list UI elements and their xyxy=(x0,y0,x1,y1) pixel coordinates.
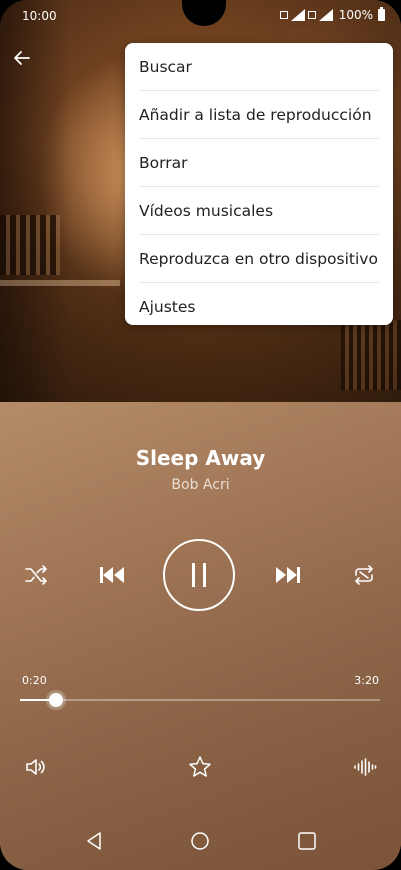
previous-icon xyxy=(100,567,124,583)
seek-bar-thumb[interactable] xyxy=(49,693,63,707)
signal-icon xyxy=(290,9,305,21)
home-circle-icon xyxy=(191,832,209,850)
artist-name: Bob Acri xyxy=(171,477,230,493)
nav-back-button[interactable] xyxy=(85,831,103,851)
status-icons: 100% xyxy=(279,7,385,22)
back-triangle-icon xyxy=(87,832,101,850)
status-time: 10:00 xyxy=(22,9,57,23)
sim-icon xyxy=(307,11,316,19)
repeat-button[interactable] xyxy=(352,564,376,586)
menu-item-play-on-other-device[interactable]: Reproduzca en otro dispositivo xyxy=(139,235,379,283)
status-bar: 10:00 100% xyxy=(0,0,401,32)
favorite-button[interactable] xyxy=(188,755,212,779)
pause-icon xyxy=(192,563,206,587)
total-duration: 3:20 xyxy=(354,674,379,687)
next-icon xyxy=(276,567,300,583)
volume-button[interactable] xyxy=(24,756,48,778)
menu-item-music-videos[interactable]: Vídeos musicales xyxy=(139,187,379,235)
menu-item-add-to-playlist[interactable]: Añadir a lista de reproducción xyxy=(139,91,379,139)
overflow-menu: Buscar Añadir a lista de reproducción Bo… xyxy=(125,43,393,325)
song-title: Sleep Away xyxy=(135,446,266,470)
volume-icon xyxy=(26,759,45,775)
shuffle-icon xyxy=(25,565,47,585)
battery-percent: 100% xyxy=(338,8,373,22)
pause-button[interactable] xyxy=(163,539,235,611)
menu-item-search[interactable]: Buscar xyxy=(139,43,379,91)
arrow-left-icon xyxy=(14,51,30,65)
equalizer-icon xyxy=(354,758,377,776)
repeat-icon xyxy=(355,565,373,585)
next-button[interactable] xyxy=(274,564,302,586)
previous-button[interactable] xyxy=(98,564,126,586)
system-navigation-bar xyxy=(0,810,401,870)
nav-home-button[interactable] xyxy=(190,831,210,851)
player-panel: Sleep Away Bob Acri 0:20 3:20 xyxy=(0,402,401,870)
menu-item-settings[interactable]: Ajustes xyxy=(139,283,379,330)
menu-item-delete[interactable]: Borrar xyxy=(139,139,379,187)
favorite-star-icon xyxy=(189,756,211,777)
recents-square-icon xyxy=(298,832,316,850)
signal-icon xyxy=(318,9,333,21)
equalizer-button[interactable] xyxy=(353,757,377,777)
seek-bar[interactable] xyxy=(20,693,380,707)
sim-icon xyxy=(279,11,288,19)
battery-icon xyxy=(378,7,385,21)
shuffle-button[interactable] xyxy=(24,564,48,586)
camera-notch xyxy=(182,0,226,26)
nav-recents-button[interactable] xyxy=(297,831,317,851)
elapsed-time: 0:20 xyxy=(22,674,47,687)
back-button[interactable] xyxy=(10,46,34,70)
screen: 10:00 100% Buscar Añadir a lista de repr… xyxy=(0,0,401,870)
